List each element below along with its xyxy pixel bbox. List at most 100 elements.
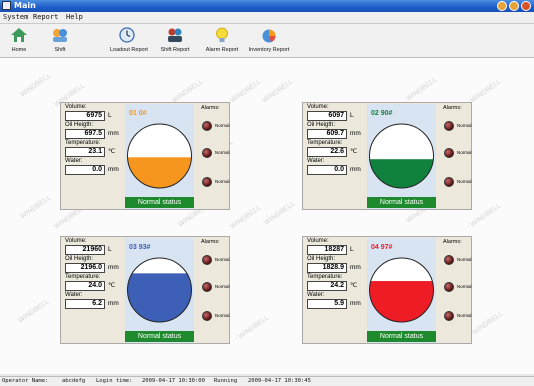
alarm-status-label: Normal [457, 257, 472, 262]
menu-report[interactable]: Report [33, 12, 58, 23]
watermark-text: WINDBELL [237, 314, 271, 341]
alarm-indicator-icon [444, 255, 454, 265]
bulb-icon [216, 27, 228, 42]
tank-display: 02 90# Normal status [367, 104, 436, 209]
oil-height-value: 1828.9 [307, 263, 347, 273]
watermark-text: WINDBELL [469, 202, 503, 229]
team-icon [168, 28, 182, 42]
alarms-label: Alarms: [201, 239, 220, 245]
temperature-unit: ℃ [350, 282, 358, 289]
temperature-label: Temperature: [307, 140, 343, 146]
water-unit: mm [108, 300, 119, 307]
oil-height-unit: mm [350, 130, 361, 137]
menu-help[interactable]: Help [66, 12, 83, 23]
watermark-text: WINDBELL [469, 78, 503, 105]
shift-button[interactable]: Shift [45, 24, 75, 57]
oil-fill [369, 159, 434, 188]
oil-height-value: 2196.0 [65, 263, 105, 273]
alarm-status-label: Normal [215, 257, 230, 262]
tank-04-panel: Volume: 18287 L Oil Heigth: 1828.9 mm Temperat… [302, 236, 472, 344]
water-value: 6.2 [65, 299, 105, 309]
temperature-value: 22.6 [307, 147, 347, 157]
oil-fill [369, 281, 434, 322]
status-indicator: Normal status [125, 331, 194, 342]
alarm-status-label: Normal [215, 313, 230, 318]
oil-height-value: 609.7 [307, 129, 347, 139]
alarm-indicator-icon [202, 282, 212, 292]
alarms-label: Alarms: [443, 239, 462, 245]
app-icon [2, 1, 11, 10]
menu-bar: System Report Help [0, 12, 534, 24]
volume-value: 6097 [307, 111, 347, 121]
alarm-indicator-icon [202, 255, 212, 265]
alarm-status-label: Normal [457, 150, 472, 155]
alarm-indicator-icon [444, 311, 454, 321]
minimize-button[interactable] [497, 1, 507, 11]
volume-unit: L [108, 112, 112, 119]
tank-display: 03 93# Normal status [125, 238, 194, 343]
status-indicator: Normal status [125, 197, 194, 208]
menu-system[interactable]: System [3, 12, 28, 23]
volume-unit: L [350, 246, 354, 253]
tank-02-panel: Volume: 6097 L Oil Heigth: 609.7 mm Temperatur… [302, 102, 472, 210]
title-bar: Main [0, 0, 534, 12]
alarm-status-label: Normal [215, 179, 230, 184]
temperature-unit: ℃ [350, 148, 358, 155]
oil-height-value: 697.5 [65, 129, 105, 139]
volume-value: 21960 [65, 245, 105, 255]
watermark-text: WINDBELL [19, 72, 53, 99]
inventory-report-label: Inventory Report [248, 47, 290, 53]
volume-label: Volume: [307, 238, 329, 244]
home-icon [11, 28, 27, 42]
alarm-indicator-icon [444, 177, 454, 187]
temperature-label: Temperature: [65, 274, 101, 280]
maximize-button[interactable] [509, 1, 519, 11]
alarm-report-button[interactable]: Alarm Report [202, 24, 242, 57]
status-indicator: Normal status [367, 331, 436, 342]
oil-height-unit: mm [108, 264, 119, 271]
water-label: Water: [307, 292, 325, 298]
home-button[interactable]: Home [4, 24, 34, 57]
water-label: Water: [65, 292, 83, 298]
shift-icon [53, 29, 67, 42]
loadout-report-button[interactable]: Loadout Report [110, 24, 148, 57]
water-unit: mm [108, 166, 119, 173]
oil-height-label: Oil Heigth: [307, 256, 336, 262]
alarm-status-label: Normal [215, 123, 230, 128]
alarm-status-label: Normal [457, 179, 472, 184]
watermark-text: WINDBELL [263, 200, 297, 227]
close-button[interactable] [521, 1, 531, 11]
toolbar: Home Shift Loadout Report Shift Report A… [0, 24, 534, 58]
alarms-label: Alarms: [443, 105, 462, 111]
shift-report-button[interactable]: Shift Report [158, 24, 192, 57]
temperature-label: Temperature: [307, 274, 343, 280]
tank-gauge [369, 257, 434, 323]
volume-value: 6975 [65, 111, 105, 121]
temperature-unit: ℃ [108, 282, 116, 289]
oil-height-label: Oil Heigth: [65, 122, 94, 128]
tank-03-panel: Volume: 21960 L Oil Heigth: 2196.0 mm Temperat… [60, 236, 230, 344]
home-label: Home [11, 47, 27, 53]
watermark-text: WINDBELL [229, 204, 263, 231]
alarm-status-label: Normal [457, 123, 472, 128]
water-value: 0.0 [65, 165, 105, 175]
watermark-text: WINDBELL [229, 78, 263, 105]
status-indicator: Normal status [367, 197, 436, 208]
tank-display: 01 0# Normal status [125, 104, 194, 209]
alarm-status-label: Normal [457, 313, 472, 318]
loadout-report-label: Loadout Report [110, 47, 148, 53]
temperature-value: 24.2 [307, 281, 347, 291]
tank-gauge [369, 123, 434, 189]
alarm-report-label: Alarm Report [205, 47, 239, 53]
watermark-text: WINDBELL [471, 310, 505, 337]
oil-fill [127, 157, 192, 188]
tank-01-panel: Volume: 6975 L Oil Heigth: 697.5 mm Temperatur… [60, 102, 230, 210]
inventory-report-button[interactable]: Inventory Report [245, 24, 293, 57]
water-label: Water: [65, 158, 83, 164]
alarm-status-label: Normal [215, 284, 230, 289]
inventory-icon [262, 29, 276, 43]
watermark-text: WINDBELL [17, 298, 51, 325]
watermark-text: WINDBELL [171, 78, 205, 105]
oil-height-unit: mm [350, 264, 361, 271]
water-value: 5.9 [307, 299, 347, 309]
